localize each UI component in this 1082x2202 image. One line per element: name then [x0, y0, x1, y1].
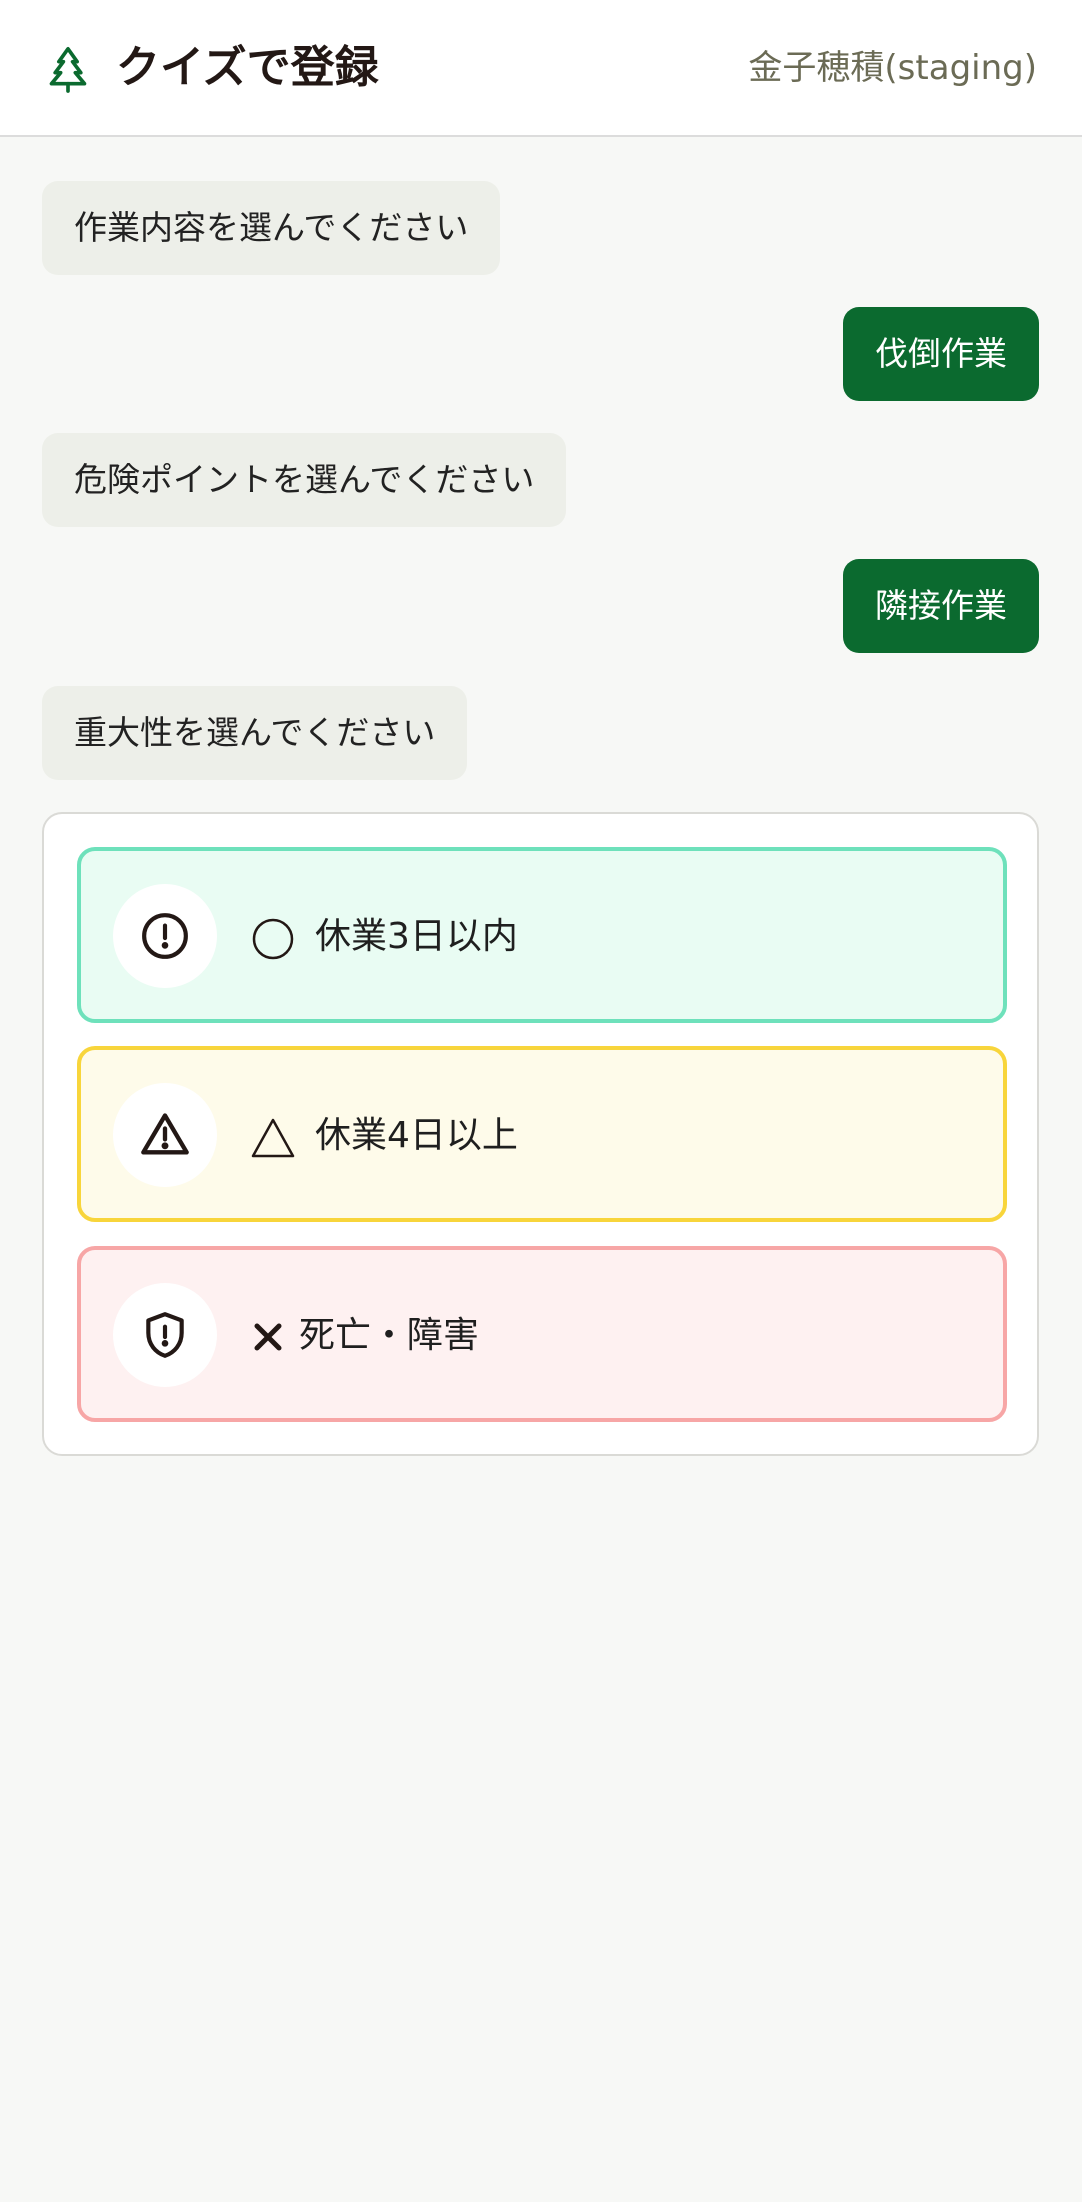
- bot-message: 危険ポイントを選んでください: [42, 433, 567, 527]
- user-name[interactable]: 金子穂積(staging): [748, 44, 1037, 92]
- triangle-mark-icon: [251, 1118, 295, 1158]
- option-serious[interactable]: 休業4日以上: [77, 1046, 1007, 1222]
- page-title: クイズで登録: [116, 42, 379, 93]
- cross-mark-icon: [254, 1323, 282, 1351]
- severity-options-card: 休業3日以内 休業4日以上 死亡・障害: [42, 812, 1039, 1456]
- user-reply: 隣接作業: [843, 559, 1039, 653]
- alert-circle-icon: [113, 884, 217, 988]
- alert-triangle-icon: [113, 1083, 217, 1187]
- app-header: クイズで登録 金子穂積(staging): [0, 0, 1082, 137]
- option-fatal[interactable]: 死亡・障害: [77, 1246, 1007, 1422]
- circle-mark-icon: [252, 918, 294, 960]
- tree-icon: [49, 47, 87, 93]
- option-label: 休業4日以上: [315, 1115, 518, 1156]
- bot-message: 作業内容を選んでください: [42, 181, 501, 275]
- option-label: 休業3日以内: [315, 916, 518, 957]
- shield-alert-icon: [113, 1283, 217, 1387]
- option-minor[interactable]: 休業3日以内: [77, 847, 1007, 1023]
- user-reply: 伐倒作業: [843, 307, 1039, 401]
- option-label: 死亡・障害: [299, 1315, 480, 1356]
- bot-message: 重大性を選んでください: [42, 686, 468, 780]
